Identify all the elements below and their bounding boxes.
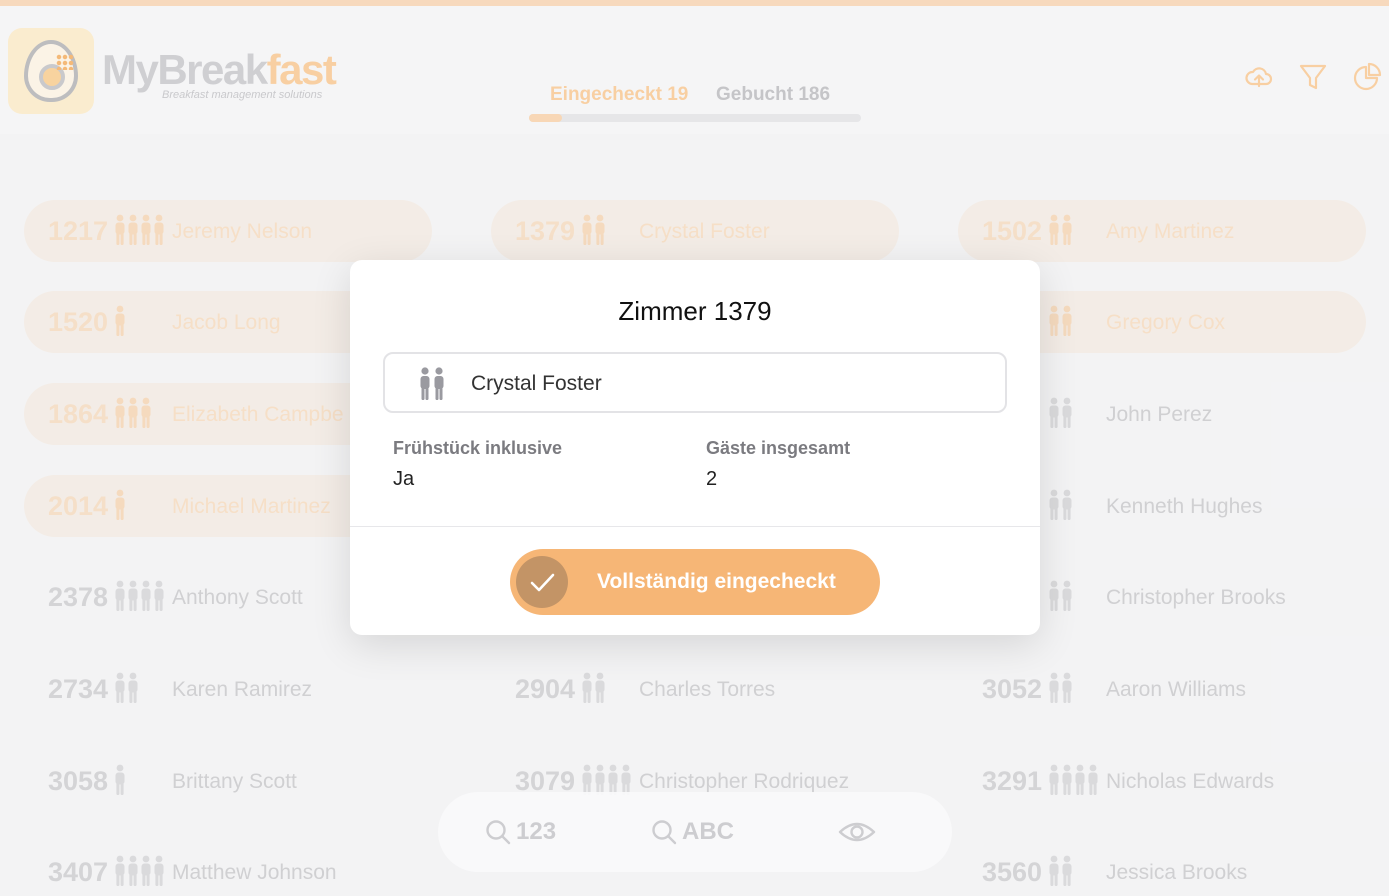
search-icon (652, 820, 677, 845)
search-icon (486, 820, 511, 845)
guests-total-value: 2 (706, 468, 718, 490)
cloud-upload-icon[interactable] (1244, 62, 1274, 92)
tab-checked-in[interactable]: Eingecheckt 19 (550, 84, 688, 106)
two-guests-icon (420, 367, 444, 400)
slider-knob[interactable] (516, 556, 568, 608)
alpha-search-button[interactable]: ABC (650, 816, 734, 848)
number-search-button[interactable]: 123 (484, 816, 556, 848)
tab-indicator-track (529, 114, 861, 122)
app-tagline: Breakfast management solutions (162, 89, 323, 101)
app-logo (8, 28, 94, 114)
eye-icon (838, 822, 876, 842)
full-checkin-button[interactable]: Vollständig eingecheckt (510, 549, 880, 615)
dialog-title: Zimmer 1379 (618, 296, 772, 326)
bottom-search-bar: 123 ABC (438, 792, 952, 872)
breakfast-value: Ja (393, 468, 415, 490)
tab-indicator-fill (529, 114, 563, 122)
breakfast-label: Frühstück inklusive (393, 438, 563, 458)
room-detail-dialog: Zimmer 1379 Crystal Foster Frühstück ink… (350, 260, 1040, 635)
guests-total-label: Gäste insgesamt (706, 438, 851, 458)
view-toggle-button[interactable] (838, 816, 876, 848)
tab-booked[interactable]: Gebucht 186 (716, 84, 830, 106)
app-name: MyBreakfast (102, 46, 337, 93)
guest-name: Crystal Foster (471, 372, 602, 395)
filter-icon[interactable] (1298, 62, 1328, 92)
app-header: MyBreakfast Breakfast management solutio… (0, 6, 1389, 134)
guest-name-field[interactable]: Crystal Foster (383, 352, 1007, 413)
pie-chart-icon[interactable] (1352, 62, 1382, 92)
dialog-divider (350, 526, 1040, 527)
full-checkin-label: Vollständig eingecheckt (597, 570, 836, 593)
checkmark-icon (530, 573, 555, 592)
egg-logo-icon (24, 40, 78, 102)
